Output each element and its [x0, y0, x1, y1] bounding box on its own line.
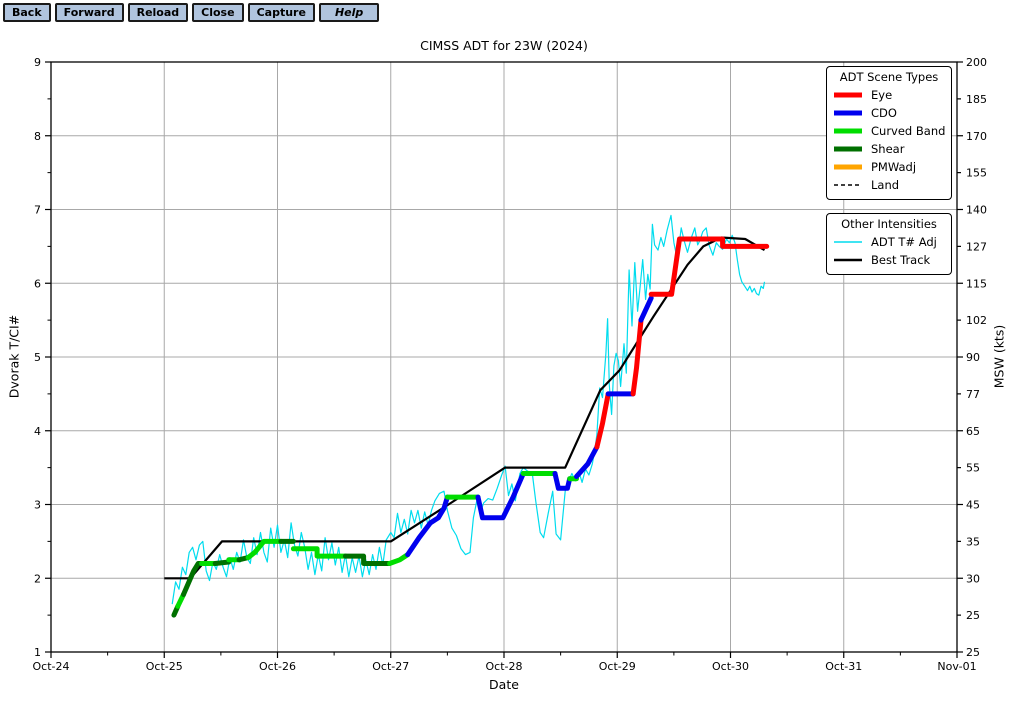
y-left-tick-label: 4	[34, 425, 41, 438]
x-tick-label: Oct-30	[712, 660, 749, 673]
legend-title: Other Intensities	[841, 217, 937, 231]
legend-swatch-shear-line	[834, 146, 862, 152]
legend-items: ADT T# Adj Best Track	[833, 233, 945, 269]
legend-item-label: Eye	[871, 88, 893, 102]
x-tick-label: Oct-29	[599, 660, 636, 673]
x-tick-label: Oct-31	[825, 660, 862, 673]
legend-item-pmwadj: PMWadj	[833, 158, 945, 176]
y-right-tick-label: 185	[966, 93, 987, 106]
y-right-tick-label: 45	[966, 499, 980, 512]
y-axis-label-left: Dvorak T/CI#	[6, 314, 22, 399]
legend-swatch-best-track-line	[834, 258, 862, 262]
legend-swatch-pmwadj-line	[834, 164, 862, 170]
legend-other-intensities: Other Intensities ADT T# Adj Best Track	[826, 213, 952, 275]
legend-swatch-cdo-line	[834, 110, 862, 116]
legend-item-eye: Eye	[833, 86, 945, 104]
adt-plot-window: { "toolbar": { "buttons": [ {"label": "B…	[0, 0, 1024, 703]
legend-item-label: Land	[871, 178, 900, 192]
x-axis-label: Date	[489, 677, 519, 692]
y-right-tick-label: 30	[966, 572, 980, 585]
scene-segment-curved-band	[387, 552, 411, 566]
y-right-tick-label: 35	[966, 535, 980, 548]
legend-item-label: CDO	[871, 106, 897, 120]
y-right-tick-label: 127	[966, 240, 987, 253]
y-right-tick-label: 25	[966, 609, 980, 622]
y-right-tick-label: 170	[966, 130, 987, 143]
scene-segment-cdo	[552, 471, 573, 491]
legend-scene-types: ADT Scene Types Eye CDO Curved Band Shear PM…	[826, 66, 952, 200]
close-button[interactable]: Close	[192, 3, 244, 22]
legend-swatch-eye-line	[834, 92, 862, 98]
legend-item-adt-t-adj: ADT T# Adj	[833, 233, 945, 251]
legend-item-cdo: CDO	[833, 104, 945, 122]
y-left-tick-label: 6	[34, 277, 41, 290]
help-button[interactable]: Help	[318, 3, 380, 22]
chart-title: CIMSS ADT for 23W (2024)	[420, 38, 588, 53]
toolbar: Back Forward Reload Close Capture Help	[3, 3, 380, 22]
legend-item-curved-band: Curved Band	[833, 122, 945, 140]
legend-swatch-curved-band-line	[834, 128, 862, 134]
scene-segment-shear	[212, 559, 232, 566]
y-right-tick-label: 77	[966, 388, 980, 401]
x-tick-label: Oct-28	[486, 660, 523, 673]
x-tick-label: Oct-26	[259, 660, 296, 673]
y-left-tick-label: 3	[34, 499, 41, 512]
y-right-tick-label: 115	[966, 277, 987, 290]
y-right-tick-label: 155	[966, 167, 987, 180]
y-left-tick-label: 5	[34, 351, 41, 364]
legend-swatch-land-line	[834, 184, 862, 186]
legend-item-label: PMWadj	[871, 160, 917, 174]
x-tick-label: Oct-25	[146, 660, 183, 673]
y-right-tick-label: 140	[966, 204, 987, 217]
y-right-tick-label: 200	[966, 56, 987, 69]
y-left-tick-label: 7	[34, 204, 41, 217]
y-right-tick-label: 55	[966, 462, 980, 475]
y-left-tick-label: 9	[34, 56, 41, 69]
legend-item-best-track: Best Track	[833, 251, 945, 269]
y-right-tick-label: 102	[966, 314, 987, 327]
x-tick-label: Nov-01	[937, 660, 976, 673]
legend-items: Eye CDO Curved Band Shear PMWadj Land	[833, 86, 945, 194]
scene-segment-cdo	[638, 295, 654, 323]
forward-button[interactable]: Forward	[54, 3, 124, 22]
legend-item-label: Shear	[871, 142, 905, 156]
y-left-tick-label: 2	[34, 572, 41, 585]
x-tick-label: Oct-24	[33, 660, 70, 673]
legend-swatch-adt-adj-line	[834, 241, 862, 243]
legend-item-label: ADT T# Adj	[871, 235, 937, 249]
reload-button[interactable]: Reload	[127, 3, 189, 22]
legend-title: ADT Scene Types	[839, 70, 939, 84]
y-left-tick-label: 8	[34, 130, 41, 143]
y-left-tick-label: 1	[34, 646, 41, 659]
capture-button[interactable]: Capture	[247, 3, 315, 22]
y-right-tick-label: 25	[966, 646, 980, 659]
x-tick-label: Oct-27	[372, 660, 409, 673]
y-axis-label-right: MSW (kts)	[991, 324, 1007, 389]
legend-item-label: Best Track	[871, 253, 931, 267]
y-right-tick-label: 65	[966, 425, 980, 438]
y-right-tick-label: 90	[966, 351, 980, 364]
legend-item-label: Curved Band	[871, 124, 946, 138]
legend-item-shear: Shear	[833, 140, 945, 158]
legend-item-land: Land	[833, 176, 945, 194]
back-button[interactable]: Back	[3, 3, 51, 22]
